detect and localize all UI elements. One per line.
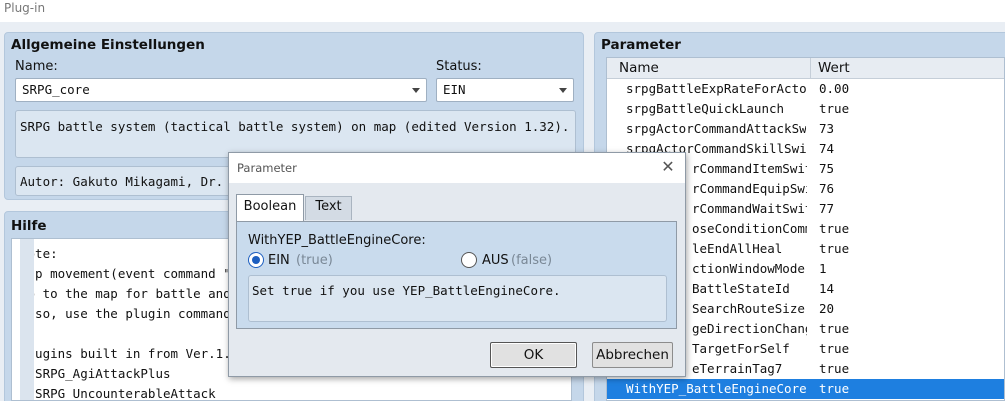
column-separator xyxy=(810,58,811,79)
param-value: 73 xyxy=(819,121,835,136)
radio-on-hint: (true) xyxy=(296,253,333,268)
radio-off-hint: (false) xyxy=(511,253,553,268)
dialog-title: Parameter xyxy=(237,161,297,175)
cancel-button[interactable]: Abbrechen xyxy=(592,342,673,368)
status-select[interactable]: EIN xyxy=(436,78,574,102)
param-name: ctionWindowMode xyxy=(692,261,805,276)
param-name: SearchRouteSize xyxy=(692,301,805,316)
status-label: Status: xyxy=(436,59,482,74)
param-name: oseConditionComm··· xyxy=(692,221,807,236)
param-value: true xyxy=(819,361,850,376)
column-header-name[interactable]: Name xyxy=(619,60,659,76)
radio-off-label: AUS xyxy=(482,253,509,268)
radio-on-option[interactable]: EIN (true) xyxy=(248,251,358,271)
ok-button-label: OK xyxy=(523,347,544,363)
plugin-description: SRPG battle system (tactical battle syst… xyxy=(15,110,576,158)
chevron-down-icon xyxy=(412,88,420,93)
param-value: true xyxy=(819,101,850,116)
param-name: BattleStateId xyxy=(692,281,790,296)
dialog-description-text: Set true if you use YEP_BattleEngineCore… xyxy=(252,283,561,298)
tab-label: Boolean xyxy=(243,199,297,214)
plugin-author-text: Autor: Gakuto Mikagami, Dr. Q ( xyxy=(20,174,254,189)
param-name-label: WithYEP_BattleEngineCore: xyxy=(248,233,426,248)
param-name: WithYEP_BattleEngineCore xyxy=(626,381,806,396)
radio-off-option[interactable]: AUS (false) xyxy=(461,251,571,271)
param-value: 76 xyxy=(819,181,835,196)
parameter-dialog: Parameter ✕ Boolean Text WithYEP_BattleE… xyxy=(228,152,686,377)
param-name: leEndAllHeal xyxy=(692,241,783,256)
close-icon[interactable]: ✕ xyxy=(660,159,676,175)
param-name: TargetForSelf xyxy=(692,341,790,356)
param-name: geDirectionChange xyxy=(692,321,807,336)
param-name: srpgBattleExpRateForActors xyxy=(626,81,806,96)
param-value: 74 xyxy=(819,141,835,156)
window-title: Plug-in xyxy=(4,1,46,15)
param-value: true xyxy=(819,241,850,256)
param-name: eTerrainTag7 xyxy=(692,361,783,376)
ok-button[interactable]: OK xyxy=(490,342,577,368)
column-header-value[interactable]: Wert xyxy=(818,60,850,76)
help-scrollbar[interactable] xyxy=(20,239,34,400)
dialog-description: Set true if you use YEP_BattleEngineCore… xyxy=(248,275,667,322)
parameter-title: Parameter xyxy=(601,37,681,53)
radio-on[interactable] xyxy=(248,252,264,268)
radio-off[interactable] xyxy=(461,252,477,268)
param-value: 1 xyxy=(819,261,827,276)
param-name: srpgActorCommandAttackSw··· xyxy=(626,121,806,136)
param-name: rCommandWaitSwit··· xyxy=(692,201,807,216)
param-value: 14 xyxy=(819,281,835,296)
table-row[interactable]: srpgBattleQuickLaunch true xyxy=(607,99,1004,119)
table-row-selected[interactable]: WithYEP_BattleEngineCore true xyxy=(607,379,1004,399)
name-select-value: SRPG_core xyxy=(22,82,90,97)
param-value: 20 xyxy=(819,301,835,316)
name-label: Name: xyxy=(15,59,58,74)
tab-boolean[interactable]: Boolean xyxy=(236,194,304,222)
window-titlebar: Plug-in xyxy=(0,0,1005,22)
tab-label: Text xyxy=(315,199,342,214)
cancel-button-label: Abbrechen xyxy=(596,347,669,363)
parameter-table-header: Name Wert xyxy=(607,58,1004,79)
param-value: true xyxy=(819,341,850,356)
boolean-tab-body: WithYEP_BattleEngineCore: EIN (true) AUS… xyxy=(236,221,677,329)
help-line: Also, use the plugin command SR xyxy=(20,306,254,321)
param-value: 75 xyxy=(819,161,835,176)
table-row[interactable]: srpgBattleExpRateForActors 0.00 xyxy=(607,79,1004,99)
param-name: srpgBattleQuickLaunch xyxy=(626,101,785,116)
dialog-titlebar: Parameter ✕ xyxy=(229,153,685,183)
table-row[interactable]: srpgActorCommandAttackSw··· 73 xyxy=(607,119,1004,139)
tab-text[interactable]: Text xyxy=(305,196,352,220)
help-line: - SRPG_UncounterableAttack xyxy=(20,386,216,401)
help-title: Hilfe xyxy=(11,218,47,234)
param-name: rCommandItemSwit··· xyxy=(692,161,807,176)
help-line: Go to the map for battle and us xyxy=(20,286,254,301)
help-line: Plugins built in from Ver.1.300 xyxy=(20,346,254,361)
param-value: 0.00 xyxy=(819,81,850,96)
general-settings-title: Allgemeine Einstellungen xyxy=(11,37,205,53)
help-line: - SRPG_AgiAttackPlus xyxy=(20,366,171,381)
help-line: Map movement(event command "Loc xyxy=(20,266,254,281)
param-name: rCommandEquipSwi··· xyxy=(692,181,807,196)
status-select-value: EIN xyxy=(443,82,466,97)
param-value: 77 xyxy=(819,201,835,216)
param-value: true xyxy=(819,321,850,336)
chevron-down-icon xyxy=(559,88,567,93)
name-select[interactable]: SRPG_core xyxy=(15,78,427,102)
plugin-description-text: SRPG battle system (tactical battle syst… xyxy=(20,119,570,134)
param-value: true xyxy=(819,221,850,236)
param-value: true xyxy=(819,381,850,396)
radio-on-label: EIN xyxy=(268,253,290,268)
